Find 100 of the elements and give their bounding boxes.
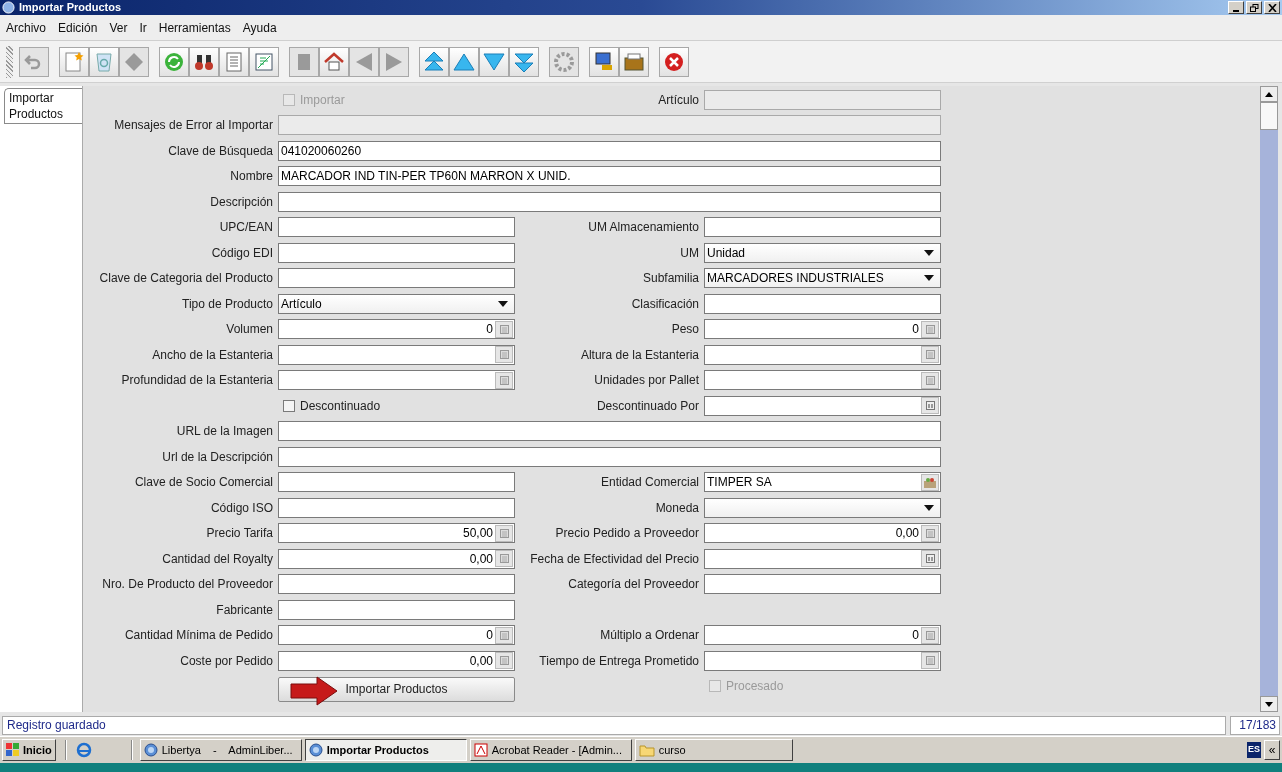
input-field[interactable] [704,574,941,595]
field-label: Coste por Pedido [180,652,273,670]
calculator-button[interactable] [495,550,513,568]
side-tab[interactable]: Importar Productos [4,88,82,124]
calculator-button[interactable] [495,626,513,644]
field-label: Profundidad de la Estanteria [121,372,273,390]
input-field[interactable] [704,650,941,671]
calculator-icon [925,350,935,360]
input-field[interactable] [704,548,941,569]
menu-item[interactable]: Ayuda [242,18,277,37]
input-field[interactable]: TIMPER SA [704,472,941,493]
language-indicator[interactable]: ES [1247,742,1261,758]
input-field[interactable] [278,446,941,467]
field-label: Cantidad Mínima de Pedido [124,627,273,645]
calculator-button[interactable] [921,524,939,542]
input-field[interactable] [704,344,941,365]
input-field[interactable] [278,191,941,212]
maximize-button[interactable] [1246,1,1262,14]
field-label: Clave de Socio Comercial [134,474,273,492]
input-field[interactable] [278,115,941,136]
minimize-button[interactable] [1228,1,1244,14]
dropdown-arrow-icon [924,275,934,282]
taskbar-button[interactable]: Acrobat Reader - [Admin... [469,739,632,761]
input-field[interactable] [278,242,515,263]
menu-item[interactable]: Herramientas [158,18,231,37]
calculator-icon [925,656,935,666]
input-field[interactable] [278,599,515,620]
globe-icon [2,1,15,14]
maximize-icon [1249,3,1259,12]
calculator-icon [499,630,509,640]
calculator-button[interactable] [921,371,939,389]
calculator-button[interactable] [921,652,939,670]
input-field[interactable] [278,497,515,518]
toolbar-button[interactable] [589,46,619,77]
dropdown-field[interactable]: Unidad [704,242,941,263]
calculator-button[interactable] [495,346,513,364]
menu-item[interactable]: Edición [58,18,98,37]
calculator-button[interactable] [495,320,513,338]
calculator-button[interactable] [921,626,939,644]
input-field[interactable] [278,421,941,442]
input-field[interactable] [278,574,515,595]
field-label: Mensajes de Error al Importar [114,117,273,135]
close-button[interactable] [1264,1,1280,14]
toolbar-button[interactable] [189,46,219,77]
tray-toggle[interactable]: « [1264,740,1280,760]
browser-icon[interactable] [75,742,92,758]
toolbar-button[interactable] [619,46,649,77]
input-field[interactable]: 041020060260 [278,140,941,161]
dropdown-field[interactable]: Artículo [278,293,515,314]
toolbar-button[interactable] [319,46,349,77]
input-field[interactable]: 0 [704,319,941,340]
calendar-button[interactable] [921,397,939,415]
input-field[interactable] [278,344,515,365]
lookup-button[interactable] [921,473,939,491]
input-field[interactable]: 0,00 [704,523,941,544]
calendar-icon [925,401,935,411]
input-field[interactable]: 0 [704,625,941,646]
taskbar-button[interactable]: curso [634,739,793,761]
calculator-button[interactable] [921,320,939,338]
field-label: Altura de la Estanteria [580,346,699,364]
input-field[interactable] [278,370,515,391]
calculator-button[interactable] [495,371,513,389]
input-field[interactable]: MARCADOR IND TIN-PER TP60N MARRON X UNID. [278,166,941,187]
calendar-button[interactable] [921,550,939,568]
input-field[interactable]: 0 [278,625,515,646]
menu-item[interactable]: Archivo [6,18,46,37]
field-label: Fecha de Efectividad del Precio [530,550,699,568]
input-field[interactable] [278,472,515,493]
field-label: Tiempo de Entrega Prometido [539,652,699,670]
taskbar-button[interactable]: Importar Productos [304,739,467,761]
scroll-down-button[interactable] [1260,696,1278,712]
taskbar-button[interactable]: Libertya - AdminLiber... [139,739,302,761]
calculator-button[interactable] [921,346,939,364]
checkbox[interactable] [283,399,295,412]
dropdown-arrow-icon [924,249,934,256]
calculator-button[interactable] [495,524,513,542]
field-label: Descripción [210,193,273,211]
dropdown-field[interactable]: MARCADORES INDUSTRIALES [704,268,941,289]
input-field[interactable] [704,89,941,110]
scroll-thumb[interactable] [1260,102,1278,130]
start-button[interactable]: Inicio [2,739,56,761]
calculator-icon [925,375,935,385]
input-field[interactable] [704,293,941,314]
input-field[interactable]: 0 [278,319,515,340]
menu-item[interactable]: Ir [139,18,147,37]
input-field[interactable]: 0,00 [278,548,515,569]
field-label: Cantidad del Royalty [162,550,273,568]
input-field[interactable] [704,395,941,416]
input-field[interactable] [704,370,941,391]
menu-item[interactable]: Ver [109,18,128,37]
input-field[interactable] [704,217,941,238]
dropdown-field[interactable] [704,497,941,518]
input-field[interactable] [278,217,515,238]
input-field[interactable]: 0,00 [278,650,515,671]
input-field[interactable]: 50,00 [278,523,515,544]
input-field[interactable] [278,268,515,289]
calculator-icon [499,350,509,360]
scroll-up-button[interactable] [1260,86,1278,102]
calculator-button[interactable] [495,652,513,670]
pdf-icon [473,743,488,757]
